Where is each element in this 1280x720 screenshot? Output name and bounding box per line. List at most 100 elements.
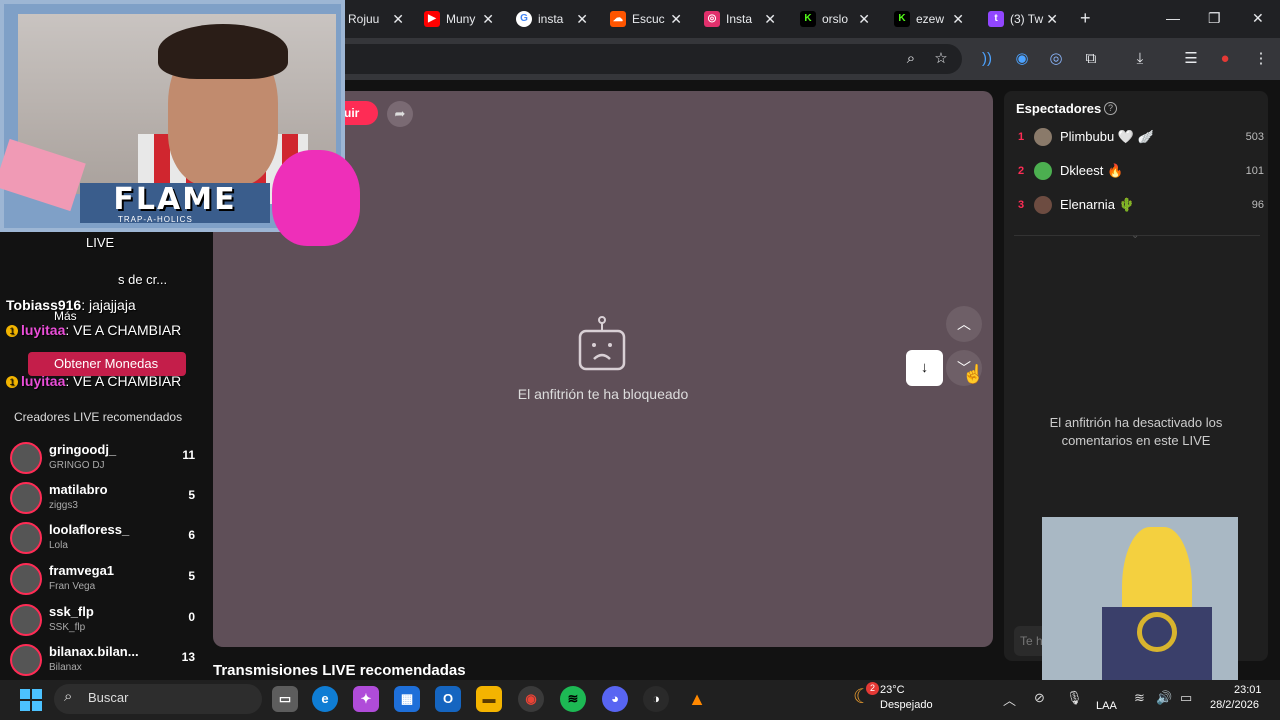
tab-kick-1[interactable]: K orslo ✕ [800,6,870,32]
viewer-score: 503 [1245,131,1264,143]
window-close-icon[interactable]: ✕ [1252,10,1264,27]
browser-menu-icon[interactable]: ⋮ [1250,48,1272,70]
creator-item[interactable]: loolafloress_ Lola 6 [10,522,205,558]
tab-label: Insta [726,12,753,26]
close-tab-icon[interactable]: ✕ [764,11,776,28]
tab-label: orslo [822,12,849,26]
chrome-icon[interactable]: ◉ [518,686,544,712]
creator-item[interactable]: gringoodj_ GRINGO DJ 11 [10,442,205,478]
creator-subtitle: ziggs3 [49,500,78,511]
wifi-icon[interactable]: ≋ [1134,690,1145,706]
creator-viewer-count: 5 [188,569,195,583]
taskbar-search[interactable] [54,684,262,714]
avatar [10,482,42,514]
windows-start-icon[interactable] [20,689,42,711]
edge-icon[interactable]: e [312,686,338,712]
download-button[interactable]: ↓ [906,350,943,386]
outlook-icon[interactable]: O [435,686,461,712]
creator-name: ssk_flp [49,604,94,619]
spotify-icon[interactable]: ≋ [560,686,586,712]
tab-youtube[interactable]: ▶ Muny ✕ [424,6,494,32]
new-tab-button[interactable]: + [1080,8,1091,29]
creator-name: bilanax.bilan... [49,644,139,659]
close-tab-icon[interactable]: ✕ [952,11,964,28]
language-indicator[interactable]: LAA [1096,700,1117,712]
tab-twitch[interactable]: t (3) Tw ✕ [988,6,1058,32]
minimize-icon[interactable]: — [1166,10,1180,26]
share-icon[interactable]: ➦ [387,101,413,127]
close-tab-icon[interactable]: ✕ [576,11,588,28]
nav-fragment: Más [54,309,77,323]
creator-item[interactable]: ssk_flp SSK_flp 0 [10,604,205,640]
avatar [10,604,42,636]
tab-kick-2[interactable]: K ezew ✕ [894,6,964,32]
tab-google[interactable]: G insta ✕ [516,6,588,32]
instagram-icon: ◎ [704,11,720,27]
creator-name: loolafloress_ [49,522,130,537]
clock-date[interactable]: 28/2/2026 [1210,699,1259,711]
creator-item[interactable]: matilabro ziggs3 5 [10,482,205,518]
volume-icon[interactable]: 🔊 [1156,690,1172,706]
downloads-icon[interactable]: ⤓ [1129,48,1151,70]
store-icon[interactable]: ▦ [394,686,420,712]
weather-widget[interactable]: 23°C Despejado [880,683,933,713]
battery-icon[interactable]: ▭ [1180,690,1192,706]
maximize-icon[interactable]: ❐ [1208,10,1221,27]
close-tab-icon[interactable]: ✕ [1046,11,1058,28]
address-bar[interactable] [330,44,962,74]
tab-rojuu[interactable]: Rojuu ✕ [348,6,404,32]
viewers-title: Espectadores [1016,101,1102,116]
close-tab-icon[interactable]: ✕ [670,11,682,28]
extension-search-icon[interactable]: ◎ [1045,48,1067,70]
close-tab-icon[interactable]: ✕ [482,11,494,28]
soundcloud-icon: ☁ [610,11,626,27]
temperature: 23°C [880,684,905,696]
folder-icon[interactable]: ▬ [476,686,502,712]
creator-item[interactable]: bilanax.bilan... Bilanax 13 [10,644,205,680]
profile-avatar-icon[interactable]: ● [1214,48,1236,70]
help-icon[interactable]: ? [1104,102,1117,115]
close-tab-icon[interactable]: ✕ [392,11,404,28]
extension-shield-icon[interactable]: ◉ [1011,48,1033,70]
recommended-lives-title: Transmisiones LIVE recomendadas [213,662,466,679]
viewer-row[interactable]: 1 Plimbubu 🤍 🪽 503 [1014,125,1264,149]
show-hidden-icons-chevron[interactable]: ︿ [1003,690,1016,709]
extension-audio-icon[interactable]: )) [976,48,998,70]
creator-viewer-count: 0 [188,610,195,624]
tab-instagram[interactable]: ◎ Insta ✕ [704,6,776,32]
viewer-score: 101 [1245,165,1264,177]
chat-message: 1 luyitaa: VE A CHAMBIAR [6,373,181,389]
creator-item[interactable]: framvega1 Fran Vega 5 [10,563,205,599]
google-icon: G [516,11,532,27]
creator-name: gringoodj_ [49,442,117,457]
viewer-row[interactable]: 2 Dkleest 🔥 101 [1014,159,1264,183]
nav-fragment: LIVE [86,235,115,250]
file-explorer-window-icon[interactable]: ▭ [272,686,298,712]
vlc-icon[interactable]: ▲ [684,686,710,712]
discord-icon[interactable]: ◕ [602,686,628,712]
microphone-icon[interactable]: 🎙 [1066,690,1083,706]
copilot-icon[interactable]: ✦ [353,686,379,712]
creator-name: framvega1 [49,563,115,578]
expand-chevron-icon[interactable]: ⌄ [1131,230,1139,241]
close-tab-icon[interactable]: ✕ [858,11,870,28]
creator-subtitle: GRINGO DJ [49,460,105,471]
zoom-icon[interactable]: ⌕ [900,48,922,70]
viewer-row[interactable]: 3 Elenarnia 🌵 96 [1014,193,1264,217]
get-coins-label: Obtener Monedas [54,356,159,371]
badge-icon: 1 [6,325,18,338]
chat-user: luyitaa [21,373,66,389]
media-controls-icon[interactable]: ☰ [1180,48,1202,70]
obs-icon[interactable]: ◑ [643,686,669,712]
chat-message: 1 luyitaa: VE A CHAMBIAR [6,322,181,338]
extensions-puzzle-icon[interactable]: ⧉ [1080,48,1102,70]
kick-icon: K [894,11,910,27]
tray-app-icon[interactable]: ⊘ [1034,690,1045,706]
viewer-name: Plimbubu 🤍 🪽 [1060,129,1154,144]
creator-subtitle: Fran Vega [49,581,96,592]
clock-time[interactable]: 23:01 [1234,684,1262,696]
bookmark-star-icon[interactable]: ☆ [930,48,952,70]
recommended-creators-label: Creadores LIVE recomendados [14,410,183,424]
previous-live-button[interactable]: ︿ [946,306,982,342]
tab-soundcloud[interactable]: ☁ Escuc ✕ [610,6,682,32]
